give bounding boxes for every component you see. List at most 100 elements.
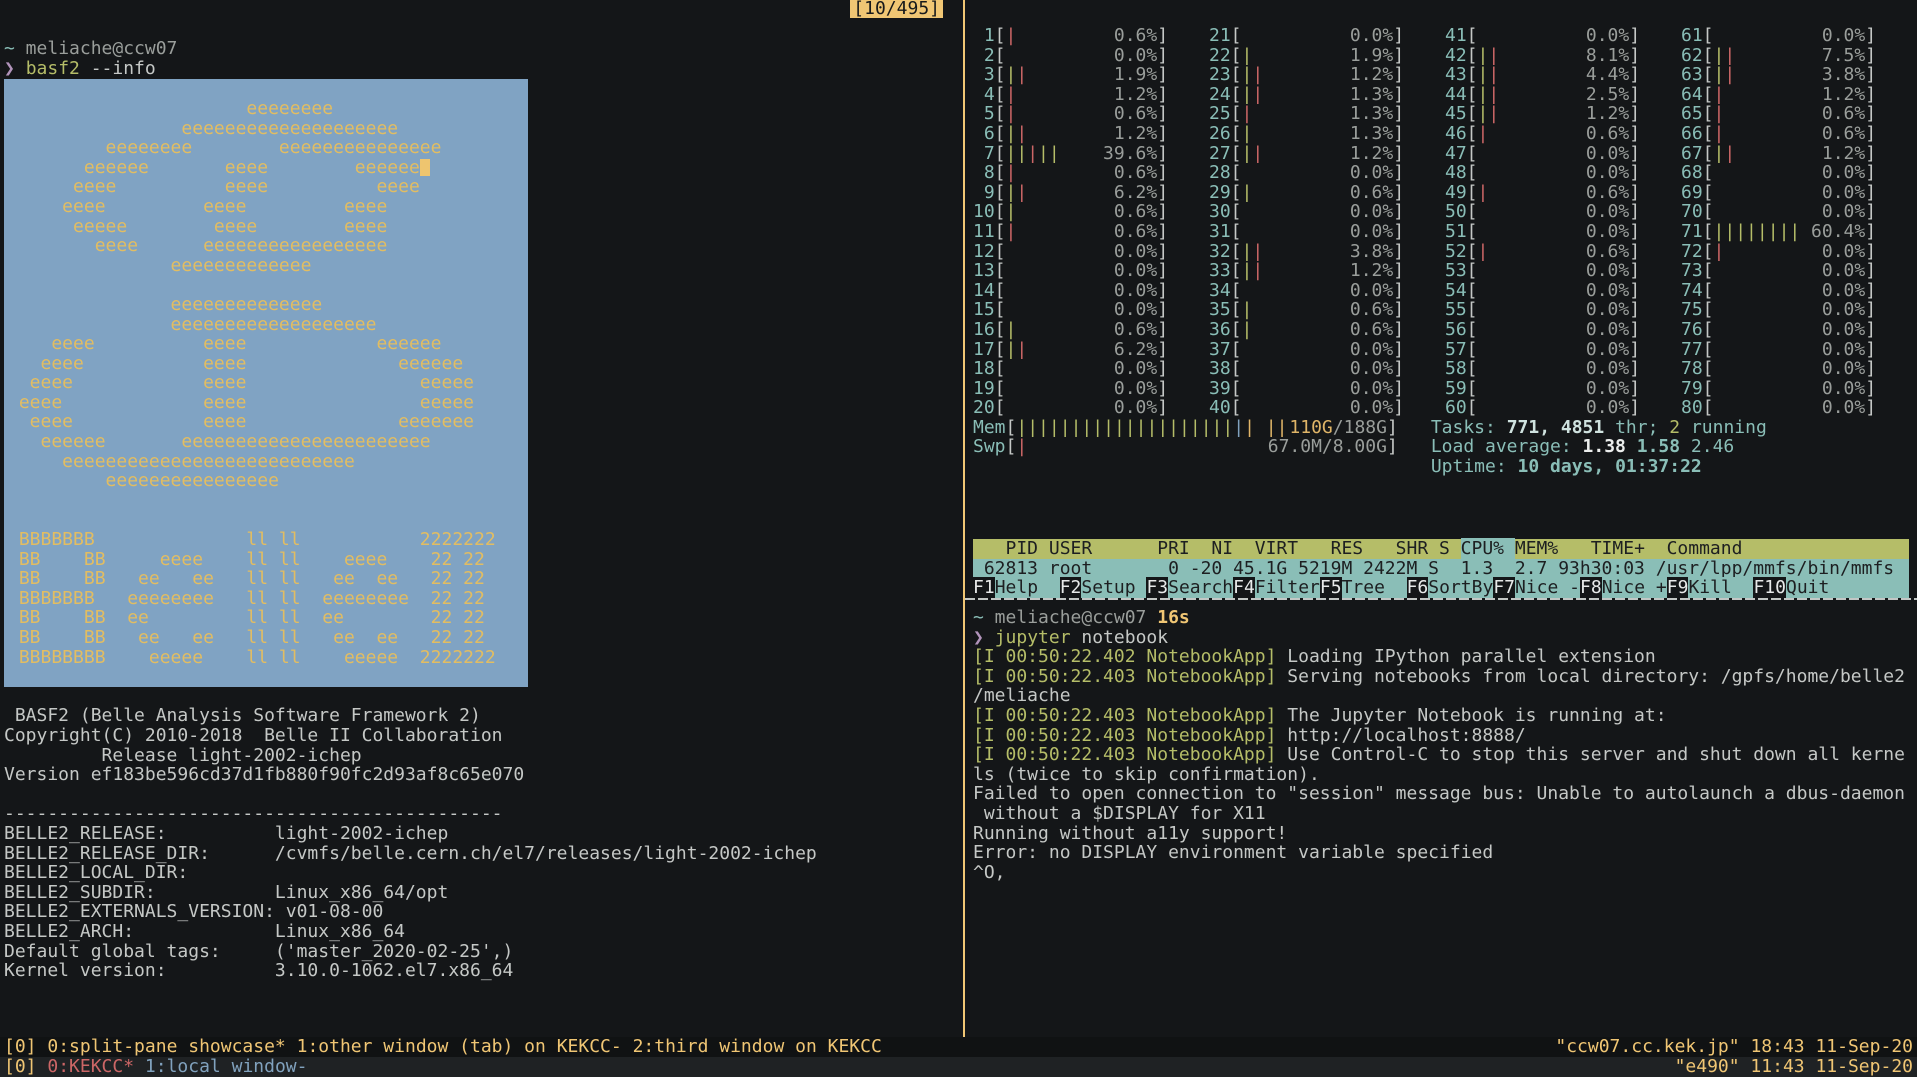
command-args: --info [80, 58, 156, 79]
cpu-meter: 38 [0.0%] [1209, 359, 1445, 379]
fkey-item[interactable]: F2Setup [1060, 578, 1147, 598]
logo-art-line [4, 510, 528, 530]
cpu-meter: 27 [||1.2%] [1209, 144, 1445, 164]
cpu-meter: 50 [0.0%] [1445, 202, 1681, 222]
logo-art-line: eeeeeeeeeeeeee [4, 295, 528, 315]
logo-art-line: eeee eeee eeee [4, 197, 528, 217]
cpu-meter: 43 [||4.4%] [1445, 65, 1681, 85]
cpu-meter: 23 [||1.2%] [1209, 65, 1445, 85]
logo-art-line: eeeeeeee eeeeeeeeeeeeeee [4, 138, 528, 158]
left-terminal-pane[interactable]: [10/495] ~ meliache@ccw07 ❯ basf2 --info… [0, 0, 963, 1037]
cpu-meter: 54 [0.0%] [1445, 281, 1681, 301]
cpu-meter: 60 [0.0%] [1445, 398, 1681, 418]
cpu-meter: 34 [0.0%] [1209, 281, 1445, 301]
cpu-meter-grid: 1 [|0.6%]21 [0.0%]41 [0.0%]61 [0.0%]2 [0… [973, 26, 1917, 418]
env-line: Default global tags: ('master_2020-02-25… [4, 942, 963, 962]
cpu-meter: 35 [|0.6%] [1209, 300, 1445, 320]
log-line: [I 00:50:22.402 NotebookApp] Loading IPy… [973, 647, 1917, 667]
cpu-meter: 63 [||3.8%] [1681, 65, 1917, 85]
fkey-item[interactable]: F6SortBy [1407, 578, 1494, 598]
cpu-meter: 74 [0.0%] [1681, 281, 1917, 301]
cpu-meter: 39 [0.0%] [1209, 379, 1445, 399]
tmux-window-item[interactable]: 0:KEKCC* [47, 1056, 145, 1077]
log-line: without a $DISPLAY for X11 [973, 804, 1917, 824]
cpu-meter: 55 [0.0%] [1445, 300, 1681, 320]
terminal-cursor [420, 159, 430, 176]
mem-meter: Mem[|||||||||||||||||||||| ||110G/188G] [973, 418, 1398, 438]
prompt-cwd: ~ [973, 607, 984, 628]
tasks-line: Tasks: 771, 4851 thr; 2 running [1431, 418, 1767, 438]
cpu-meter: 48 [0.0%] [1445, 163, 1681, 183]
htop-function-key-bar: F1Help F2Setup F3SearchF4FilterF5Tree F6… [973, 578, 1909, 598]
logo-art-line: BB BB ee ee ll ll ee ee 22 22 [4, 628, 528, 648]
fkey-item[interactable]: F5Tree [1320, 578, 1407, 598]
logo-art-line: eeeeee eeeeeeeeeeeeeeeeeeeeeee [4, 432, 528, 452]
fkey-item[interactable]: F10Quit [1753, 578, 1829, 598]
cpu-meter: 24 [||1.3%] [1209, 85, 1445, 105]
basf2-info-line: Version ef183be596cd37d1fb880f90fc2d93af… [4, 765, 963, 785]
cpu-meter: 47 [0.0%] [1445, 144, 1681, 164]
fkey-item[interactable]: F4Filter [1233, 578, 1320, 598]
tmux-status-bar-outer: [0] 0:split-pane showcase* 1:other windo… [0, 1037, 1917, 1057]
prompt-cwd: ~ [4, 38, 15, 59]
logo-art-line: eeee eeee eeee [4, 177, 528, 197]
fkey-item[interactable]: F3Search [1146, 578, 1233, 598]
cpu-meter: 30 [0.0%] [1209, 202, 1445, 222]
htop-pane[interactable]: 1 [|0.6%]21 [0.0%]41 [0.0%]61 [0.0%]2 [0… [965, 0, 1917, 598]
cpu-meter: 77 [0.0%] [1681, 340, 1917, 360]
tmux-window-item[interactable]: 0:split-pane showcase* [47, 1036, 296, 1057]
fkey-item[interactable]: F9Kill [1667, 578, 1754, 598]
logo-art-line: eeeeeeeeeeeeeeeeeee [4, 315, 528, 335]
tmux-window-item[interactable]: 1:other window (tab) on KEKCC- [297, 1036, 633, 1057]
cpu-meter: 45 [||1.2%] [1445, 104, 1681, 124]
meters-and-tasks: Mem[|||||||||||||||||||||| ||110G/188G] … [973, 418, 1917, 477]
command-args: notebook [1071, 627, 1169, 648]
log-line: /meliache [973, 686, 1917, 706]
process-row[interactable]: 62813 root 0 -20 45.1G 5219M 2422M S 1.3… [973, 559, 1909, 579]
basf2-info-block: BASF2 (Belle Analysis Software Framework… [4, 706, 963, 784]
tmux-window-item[interactable]: 1:local window- [145, 1056, 308, 1077]
separator-line: ----------------------------------------… [4, 804, 963, 824]
basf2-info-line: Release light-2002-ichep [4, 746, 963, 766]
tmux-window-item[interactable]: 2:third window on KEKCC [633, 1036, 882, 1057]
cpu-meter: 31 [0.0%] [1209, 222, 1445, 242]
swap-meter: Swp[|67.0M/8.00G] [973, 437, 1398, 457]
cpu-meter: 5 [|0.6%] [973, 104, 1209, 124]
fkey-item[interactable]: F1Help [973, 578, 1060, 598]
logo-art-line: eeee eeee eeeeeee [4, 412, 528, 432]
command-line: ❯ jupyter notebook [973, 628, 1917, 648]
log-line: [I 00:50:22.403 NotebookApp] http://loca… [973, 726, 1917, 746]
blank-row [4, 20, 963, 40]
log-line: [I 00:50:22.403 NotebookApp] Use Control… [973, 745, 1917, 765]
log-line: ls (twice to skip confirmation). [973, 765, 1917, 785]
env-variables-block: BELLE2_RELEASE: light-2002-ichepBELLE2_R… [4, 824, 963, 981]
terminal-window: [10/495] ~ meliache@ccw07 ❯ basf2 --info… [0, 0, 1917, 1037]
cpu-meter: 1 [|0.6%] [973, 26, 1209, 46]
cpu-meter: 78 [0.0%] [1681, 359, 1917, 379]
sort-column-cpu[interactable]: CPU% [1461, 538, 1515, 559]
fkey-item[interactable]: F7Nice - [1493, 578, 1580, 598]
jupyter-shell-pane[interactable]: ~ meliache@ccw07 16s ❯ jupyter notebook … [965, 600, 1917, 1037]
cpu-meter: 80 [0.0%] [1681, 398, 1917, 418]
cpu-meter: 16 [|0.6%] [973, 320, 1209, 340]
cpu-meter: 25 [|1.3%] [1209, 104, 1445, 124]
fkey-item[interactable]: F8Nice + [1580, 578, 1667, 598]
mem-used: 110G [1289, 418, 1332, 438]
cpu-meter: 33 [||1.2%] [1209, 261, 1445, 281]
cpu-meter: 66 [|0.6%] [1681, 124, 1917, 144]
cpu-meter: 67 [||1.2%] [1681, 144, 1917, 164]
cpu-meter: 52 [|0.6%] [1445, 242, 1681, 262]
cpu-meter: 29 [|0.6%] [1209, 183, 1445, 203]
load-average-line: Load average: 1.38 1.58 2.46 [1431, 437, 1767, 457]
process-table-header[interactable]: PID USER PRI NI VIRT RES SHR S CPU% MEM%… [973, 539, 1909, 559]
cpu-meter: 20 [0.0%] [973, 398, 1209, 418]
mem-total: /188G [1333, 418, 1387, 438]
logo-art-line: eeeeeeeeeeeee [4, 256, 528, 276]
cpu-meter: 3 [||1.9%] [973, 65, 1209, 85]
tmux-status-bar-inner: [0] 0:KEKCC* 1:local window- "e490" 11:4… [0, 1057, 1917, 1077]
cpu-meter: 46 [|0.6%] [1445, 124, 1681, 144]
cpu-meter: 28 [0.0%] [1209, 163, 1445, 183]
log-line: [I 00:50:22.403 NotebookApp] The Jupyter… [973, 706, 1917, 726]
logo-art-line: eeeeeeeeeeeeeeeeeeee [4, 119, 528, 139]
command-duration: 16s [1157, 607, 1190, 628]
